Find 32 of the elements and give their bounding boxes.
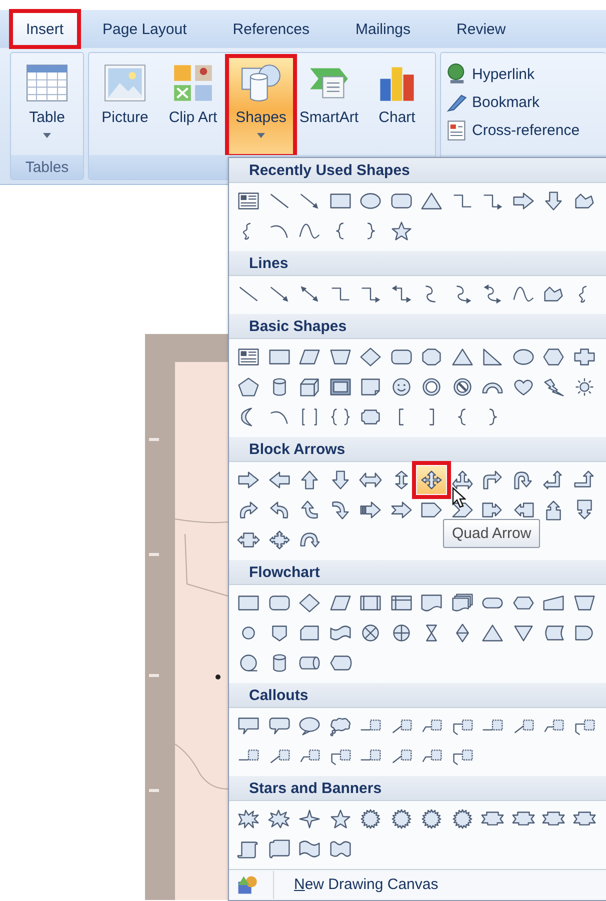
ribbon-button[interactable]: Hyperlink	[444, 61, 582, 87]
menu-item[interactable]: New Drawing Canvas	[229, 869, 606, 899]
ribbon-button[interactable]: Clip Art	[160, 57, 226, 155]
ribbon-button[interactable]: Bookmark	[444, 89, 582, 115]
section-heading: Basic Shapes	[229, 314, 606, 339]
ribbon-button[interactable]: Shapes	[228, 57, 294, 155]
section-heading: Stars and Banners	[229, 776, 606, 801]
section-heading: Recently Used Shapes	[229, 158, 606, 183]
document-icon	[446, 119, 468, 141]
shapes-icon	[240, 64, 282, 102]
picture-icon	[104, 64, 146, 102]
table-icon	[26, 64, 68, 102]
caret-icon	[43, 133, 51, 138]
ribbon-tab[interactable]: Insert	[10, 10, 80, 48]
caret-icon	[257, 133, 265, 138]
clip-art-icon	[172, 64, 214, 102]
section-heading: Callouts	[229, 683, 606, 708]
mouse-pointer-icon	[452, 487, 466, 509]
ribbon-button[interactable]: Chart	[364, 57, 430, 155]
ribbon-button[interactable]: Cross-reference	[444, 117, 582, 143]
ribbon-button[interactable]: SmartArt	[296, 57, 362, 155]
section-heading: Flowchart	[229, 560, 606, 585]
tooltip: Quad Arrow	[443, 519, 540, 548]
ribbon-tab[interactable]: Mailings	[332, 10, 434, 48]
section-heading: Lines	[229, 251, 606, 276]
group-label: Tables	[25, 158, 69, 176]
ribbon-button[interactable]: Table	[14, 57, 80, 155]
ribbon-button[interactable]: Picture	[92, 57, 158, 155]
ribbon-tab[interactable]: References	[210, 10, 332, 48]
ribbon-tab[interactable]: Review	[434, 10, 529, 48]
ribbon-tab[interactable]: Page Layout	[80, 10, 210, 48]
section-heading: Block Arrows	[229, 437, 606, 462]
